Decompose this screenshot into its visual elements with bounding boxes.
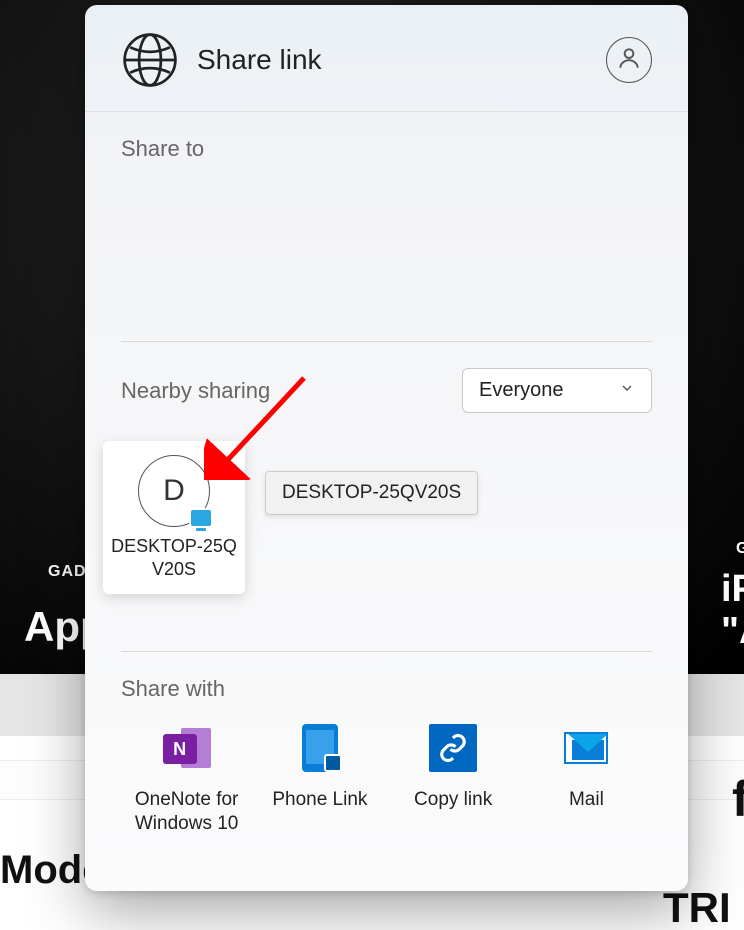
bg-text-gadget-left: GAD — [48, 563, 87, 581]
app-onenote-label-2: Windows 10 — [121, 812, 252, 836]
app-copy-link[interactable]: Copy link — [388, 724, 519, 836]
copy-link-icon — [429, 724, 477, 772]
person-icon — [616, 45, 642, 76]
share-with-label: Share with — [121, 676, 652, 702]
device-avatar: D — [138, 455, 210, 527]
app-copy-link-label: Copy link — [388, 788, 519, 812]
bg-text-quote-right: "A — [721, 610, 744, 653]
dialog-title: Share link — [197, 44, 322, 76]
nearby-device-card[interactable]: D DESKTOP-25Q V20S — [103, 441, 245, 594]
bg-text-f: f — [732, 770, 744, 828]
dropdown-value: Everyone — [479, 379, 564, 402]
nearby-sharing-label: Nearby sharing — [121, 378, 270, 404]
phone-link-icon — [296, 724, 344, 772]
dialog-header: Share link — [85, 5, 688, 112]
share-to-area — [121, 162, 652, 342]
device-avatar-letter: D — [163, 474, 185, 508]
share-dialog: Share link Share to Nearby sharing Every… — [85, 5, 688, 891]
nearby-sharing-row: Nearby sharing Everyone — [121, 368, 652, 413]
device-name-line2: V20S — [109, 558, 239, 581]
onenote-letter: N — [173, 739, 186, 760]
bg-text-ip-right: iP — [721, 569, 744, 611]
share-with-apps: N OneNote for Windows 10 Phone Link — [121, 724, 652, 836]
device-tooltip: DESKTOP-25QV20S — [265, 471, 478, 515]
device-name-line1: DESKTOP-25Q — [109, 535, 239, 558]
bg-text-gadget-right: G — [736, 540, 744, 558]
chevron-down-icon — [619, 379, 635, 402]
profile-button[interactable] — [606, 37, 652, 83]
onenote-icon: N — [163, 724, 211, 772]
app-phone-link[interactable]: Phone Link — [254, 724, 385, 836]
monitor-icon — [189, 508, 213, 528]
app-onenote-label-1: OneNote for — [121, 788, 252, 812]
nearby-sharing-dropdown[interactable]: Everyone — [462, 368, 652, 413]
dialog-body: Share to Nearby sharing Everyone D DESKT… — [85, 112, 688, 888]
app-mail[interactable]: Mail — [521, 724, 652, 836]
app-phone-link-label: Phone Link — [254, 788, 385, 812]
app-mail-label: Mail — [521, 788, 652, 812]
mail-icon — [562, 724, 610, 772]
dialog-header-left: Share link — [121, 31, 322, 89]
globe-icon — [121, 31, 179, 89]
app-onenote[interactable]: N OneNote for Windows 10 — [121, 724, 252, 836]
share-to-label: Share to — [121, 136, 652, 162]
nearby-devices-zone: D DESKTOP-25Q V20S DESKTOP-25QV20S — [121, 441, 652, 652]
share-with-section: Share with N OneNote for Windows 10 Phon… — [121, 676, 652, 836]
